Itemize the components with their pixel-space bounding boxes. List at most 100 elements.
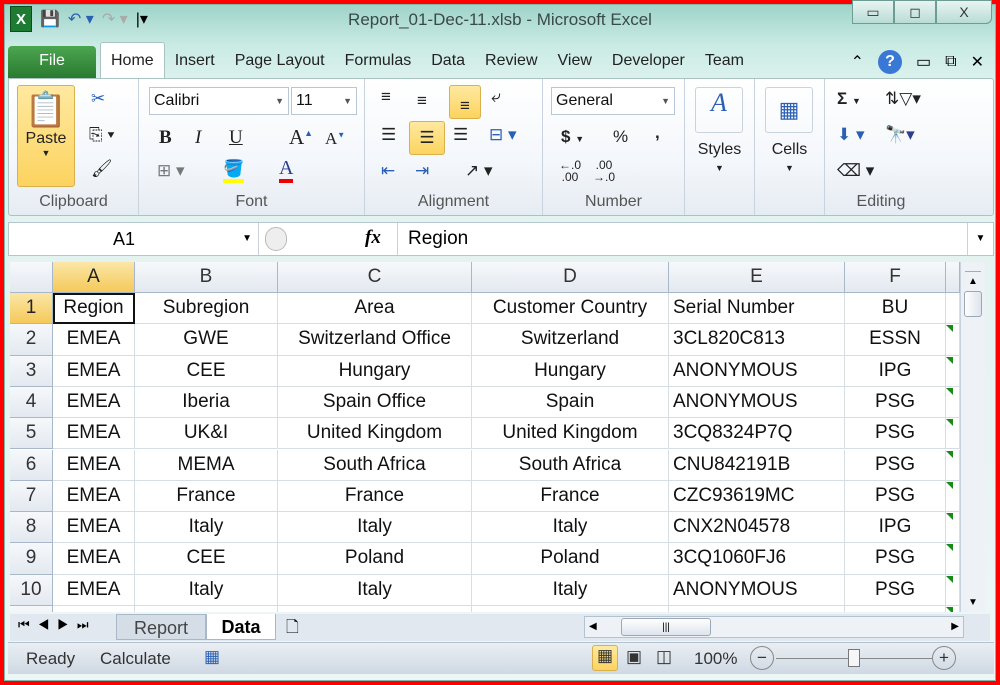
calculate-button[interactable]: Calculate [100,649,171,669]
table-cell[interactable]: MEMA [135,450,278,481]
row-header[interactable] [10,606,53,612]
tab-formulas[interactable]: Formulas [335,46,422,78]
restore-button[interactable]: ◻ [894,0,936,24]
table-cell[interactable]: Italy [278,575,472,606]
split-box[interactable] [965,264,981,272]
row-header[interactable]: 7 [10,481,53,512]
table-cell[interactable]: Switzerland Office [278,324,472,355]
bold-button[interactable]: B [159,127,172,149]
sheet-tab-data[interactable]: Data [206,614,276,640]
tab-data[interactable]: Data [421,46,475,78]
comma-button[interactable]: , [655,123,660,143]
close-workbook-icon[interactable]: ✕ [971,52,984,72]
table-cell[interactable]: CEE [135,543,278,574]
table-cell[interactable]: Italy [472,575,669,606]
collapse-ribbon-icon[interactable]: ⌃ [851,52,864,72]
vertical-scrollbar[interactable]: ▲ ▼ [960,262,985,612]
percent-button[interactable]: % [613,127,628,147]
tab-insert[interactable]: Insert [165,46,225,78]
vertical-scroll-thumb[interactable] [964,291,982,317]
minimize-button[interactable]: ▭ [852,0,894,24]
page-layout-view-icon[interactable]: ▣ [626,647,642,667]
table-cell[interactable]: EMEA [53,387,135,418]
table-cell[interactable] [135,606,278,612]
selected-cell-a1[interactable]: Region [53,293,135,324]
styles-group[interactable]: A Styles ▼ [685,79,755,215]
table-cell[interactable]: CNU842191B [669,450,845,481]
align-right-icon[interactable]: ☰ [453,125,468,145]
table-cell[interactable]: 3CL820C813 [669,324,845,355]
borders-icon[interactable]: ⊞ ▾ [157,161,185,181]
table-cell[interactable] [845,606,946,612]
header-cell[interactable]: Area [278,293,472,324]
table-cell[interactable]: France [278,481,472,512]
table-cell[interactable]: EMEA [53,450,135,481]
copy-icon[interactable]: ⎘ ▾ [89,125,114,145]
column-header-a[interactable]: A [53,262,135,293]
table-cell[interactable]: Poland [278,543,472,574]
page-break-view-icon[interactable]: ◫ [656,647,672,667]
cells-group[interactable]: ▦ Cells ▼ [755,79,825,215]
table-cell[interactable]: Italy [135,575,278,606]
decrease-indent-icon[interactable]: ⇤ [381,161,395,181]
fill-color-icon[interactable]: 🪣 [223,159,244,183]
align-top-icon[interactable]: ≡ [381,87,391,107]
grow-font-icon[interactable]: A▲ [289,125,313,150]
table-cell[interactable]: CZC93619MC [669,481,845,512]
insert-function-button[interactable]: fx [365,227,381,249]
zoom-level[interactable]: 100% [694,649,737,669]
table-cell[interactable]: Switzerland [472,324,669,355]
table-cell[interactable]: UK&I [135,418,278,449]
fill-icon[interactable]: ⬇ ▾ [837,125,865,145]
sheet-navigation-buttons[interactable]: ⏮◀▶⏭ [18,617,97,633]
table-cell[interactable]: Hungary [472,356,669,387]
table-cell[interactable]: ANONYMOUS [669,387,845,418]
cut-icon[interactable]: ✂ [91,89,105,109]
table-cell[interactable]: PSG [845,575,946,606]
align-center-icon[interactable]: ☰ [409,121,445,155]
italic-button[interactable]: I [195,127,201,149]
table-cell[interactable]: EMEA [53,418,135,449]
sheet-tab-report[interactable]: Report [116,614,206,640]
align-bottom-icon[interactable]: ≡ [449,85,481,119]
increase-decimal-icon[interactable]: ←.0.00 [559,159,581,183]
column-header-c[interactable]: C [278,262,472,293]
expand-formula-bar-icon[interactable]: ▼ [967,223,993,255]
paste-button[interactable]: 📋 Paste▼ [17,85,75,187]
table-cell[interactable]: EMEA [53,575,135,606]
table-cell[interactable]: ESSN [845,324,946,355]
table-cell[interactable]: IPG [845,356,946,387]
shrink-font-icon[interactable]: A▼ [325,129,345,149]
table-cell[interactable] [946,293,960,324]
wrap-text-icon[interactable]: ⤶ [491,87,501,107]
scroll-right-arrow[interactable]: ▶ [951,617,959,637]
format-painter-icon[interactable]: 🖌 [91,159,113,179]
align-left-icon[interactable]: ☰ [381,125,396,145]
table-cell[interactable]: PSG [845,418,946,449]
tab-review[interactable]: Review [475,46,547,78]
zoom-out-button[interactable]: − [750,646,774,670]
table-cell[interactable] [278,606,472,612]
column-header-f[interactable]: F [845,262,946,293]
minimize-workbook-icon[interactable]: ▭ [916,52,931,72]
table-cell[interactable]: Hungary [278,356,472,387]
table-cell[interactable]: Italy [278,512,472,543]
normal-view-icon[interactable]: ▦ [592,645,618,671]
help-icon[interactable]: ? [878,50,902,74]
table-cell[interactable]: IPG [845,512,946,543]
row-header[interactable]: 5 [10,418,53,449]
increase-indent-icon[interactable]: ⇥ [415,161,429,181]
tab-file[interactable]: File [8,46,96,78]
header-cell[interactable]: Customer Country [472,293,669,324]
table-cell[interactable]: PSG [845,481,946,512]
font-name-select[interactable]: Calibri▼ [149,87,289,115]
row-header[interactable]: 8 [10,512,53,543]
header-cell[interactable]: Serial Number [669,293,845,324]
formula-input[interactable]: Region [397,223,963,255]
name-box[interactable]: A1▼ [9,223,259,255]
table-cell[interactable]: Italy [135,512,278,543]
row-header[interactable]: 4 [10,387,53,418]
scroll-left-arrow[interactable]: ◀ [589,617,597,637]
tab-home[interactable]: Home [100,42,165,78]
zoom-slider-thumb[interactable] [848,649,860,667]
